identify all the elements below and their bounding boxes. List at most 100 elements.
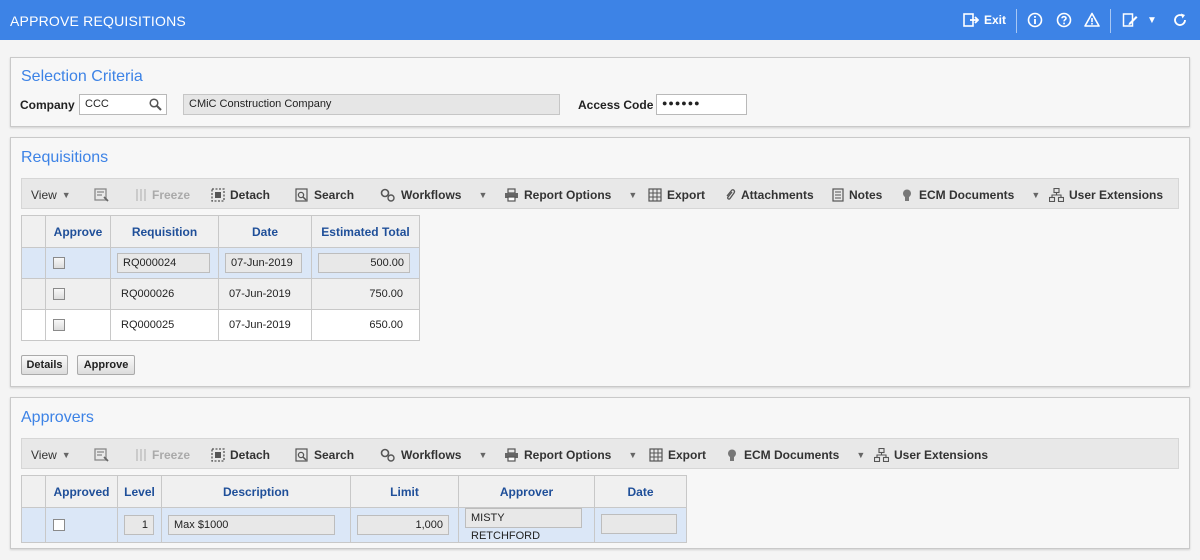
- selection-criteria-panel: Selection Criteria Company CCC CMiC Cons…: [10, 57, 1190, 127]
- user-extensions-label: User Extensions: [1069, 187, 1164, 202]
- table-row[interactable]: RQ000026 07-Jun-2019 750.00: [21, 278, 420, 310]
- row-selector[interactable]: [21, 278, 46, 310]
- approve-checkbox[interactable]: [53, 288, 65, 301]
- format-icon: [94, 187, 109, 202]
- column-header-description[interactable]: Description: [161, 475, 351, 508]
- notes-label: Notes: [849, 187, 883, 202]
- column-header-approved[interactable]: Approved: [45, 475, 118, 508]
- workflows-label: Workflows: [401, 447, 462, 462]
- approved-checkbox[interactable]: [53, 519, 65, 532]
- approved-cell: [45, 507, 118, 543]
- date-cell: [594, 507, 687, 543]
- column-header-estimated-total[interactable]: Estimated Total: [311, 215, 420, 248]
- refresh-button[interactable]: [1172, 11, 1188, 29]
- search-button[interactable]: Search: [295, 179, 354, 210]
- company-label: Company: [20, 98, 75, 112]
- date-field[interactable]: 07-Jun-2019: [225, 253, 302, 273]
- paperclip-icon: [726, 188, 736, 200]
- ecm-documents-label: ECM Documents: [919, 187, 1015, 202]
- user-extensions-button[interactable]: User Extensions: [874, 439, 988, 470]
- workflows-icon: [380, 448, 395, 462]
- detach-label: Detach: [230, 447, 271, 462]
- approve-checkbox[interactable]: [53, 319, 65, 332]
- limit-field[interactable]: 1,000: [357, 515, 449, 535]
- search-icon: [295, 447, 308, 462]
- description-cell: Max $1000: [161, 507, 351, 543]
- approve-checkbox[interactable]: [53, 257, 65, 270]
- row-selector-header: [21, 215, 46, 248]
- printer-icon: [505, 187, 518, 202]
- details-button[interactable]: Details: [21, 355, 68, 375]
- freeze-button[interactable]: Freeze: [135, 179, 190, 210]
- ecm-documents-menu[interactable]: ECM Documents ▼: [725, 439, 865, 470]
- chevron-down-icon: ▼: [856, 449, 866, 460]
- column-header-requisition[interactable]: Requisition: [110, 215, 219, 248]
- column-header-approver[interactable]: Approver: [458, 475, 595, 508]
- detach-icon: [211, 187, 225, 202]
- report-options-menu[interactable]: Report Options ▼: [504, 179, 637, 210]
- view-menu[interactable]: View ▼: [31, 179, 71, 210]
- date-cell: 07-Jun-2019: [218, 309, 312, 341]
- column-header-limit[interactable]: Limit: [350, 475, 459, 508]
- info-button[interactable]: [1027, 11, 1043, 29]
- title-bar: APPROVE REQUISITIONS Exit ▼: [0, 0, 1200, 40]
- edit-menu-button[interactable]: ▼: [1122, 11, 1157, 29]
- table-row[interactable]: RQ000025 07-Jun-2019 650.00: [21, 309, 420, 341]
- user-extensions-button[interactable]: User Extensions: [1049, 179, 1163, 210]
- column-header-level[interactable]: Level: [117, 475, 162, 508]
- report-options-menu[interactable]: Report Options ▼: [504, 439, 637, 470]
- table-row[interactable]: RQ000024 07-Jun-2019 500.00: [21, 247, 420, 279]
- requisitions-panel: Requisitions View ▼ Freeze Detach Search …: [10, 137, 1190, 387]
- search-button[interactable]: Search: [295, 439, 354, 470]
- warning-button[interactable]: [1084, 11, 1100, 29]
- approver-field[interactable]: MISTY RETCHFORD: [465, 508, 582, 542]
- help-button[interactable]: [1056, 11, 1072, 29]
- notes-icon: [832, 187, 844, 202]
- table-row[interactable]: 1 Max $1000 1,000 MISTY RETCHFORD: [21, 507, 687, 543]
- freeze-label: Freeze: [152, 447, 191, 462]
- freeze-icon: [136, 188, 146, 201]
- level-field[interactable]: 1: [124, 515, 154, 535]
- level-cell: 1: [117, 507, 162, 543]
- search-label: Search: [314, 187, 355, 202]
- chevron-down-icon: ▼: [61, 189, 71, 200]
- approve-button[interactable]: Approve: [77, 355, 135, 375]
- row-selector[interactable]: [21, 309, 46, 341]
- attachments-button[interactable]: Attachments: [724, 179, 814, 210]
- view-label: View: [31, 187, 57, 202]
- row-selector[interactable]: [21, 507, 46, 543]
- total-cell: 500.00: [311, 247, 420, 279]
- warning-icon: [1084, 12, 1100, 27]
- requisition-field[interactable]: RQ000024: [117, 253, 210, 273]
- export-button[interactable]: Export: [649, 439, 706, 470]
- detach-button[interactable]: Detach: [211, 179, 270, 210]
- row-selector[interactable]: [21, 247, 46, 279]
- search-icon[interactable]: [149, 98, 162, 111]
- report-options-label: Report Options: [524, 447, 612, 462]
- format-icon: [94, 447, 109, 462]
- description-field[interactable]: Max $1000: [168, 515, 335, 535]
- detach-button[interactable]: Detach: [211, 439, 270, 470]
- exit-button[interactable]: Exit: [963, 11, 1006, 29]
- search-label: Search: [314, 447, 355, 462]
- export-button[interactable]: Export: [648, 179, 705, 210]
- date-cell: 07-Jun-2019: [218, 278, 312, 310]
- edit-icon: [1122, 13, 1138, 27]
- company-input[interactable]: CCC: [79, 94, 167, 115]
- workflows-menu[interactable]: Workflows ▼: [380, 439, 487, 470]
- column-header-approve[interactable]: Approve: [45, 215, 111, 248]
- column-header-date[interactable]: Date: [218, 215, 312, 248]
- chevron-down-icon: ▼: [628, 189, 638, 200]
- format-button[interactable]: [94, 439, 109, 470]
- total-field[interactable]: 500.00: [318, 253, 410, 273]
- total-cell: 650.00: [311, 309, 420, 341]
- freeze-button[interactable]: Freeze: [135, 439, 190, 470]
- view-menu[interactable]: View ▼: [31, 439, 71, 470]
- ecm-documents-menu[interactable]: ECM Documents ▼: [900, 179, 1040, 210]
- access-code-input[interactable]: ●●●●●●: [656, 94, 747, 115]
- column-header-date[interactable]: Date: [594, 475, 687, 508]
- format-button[interactable]: [94, 179, 109, 210]
- date-field[interactable]: [601, 513, 677, 534]
- workflows-menu[interactable]: Workflows ▼: [380, 179, 487, 210]
- notes-button[interactable]: Notes: [832, 179, 882, 210]
